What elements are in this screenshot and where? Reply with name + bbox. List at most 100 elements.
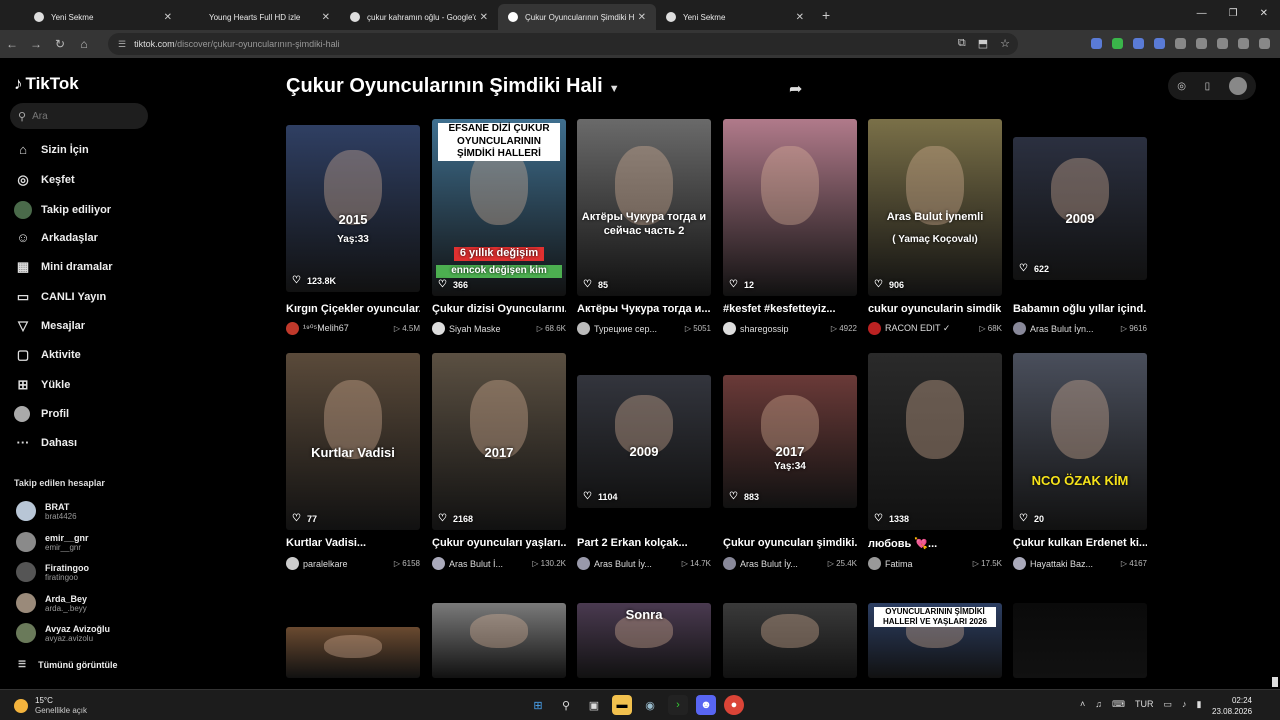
video-description[interactable]: Çukur oyuncuları şimdiki...	[723, 537, 857, 549]
creator-name[interactable]: Fatima	[885, 559, 973, 569]
video-thumbnail[interactable]	[723, 603, 857, 678]
video-thumbnail[interactable]: 2017 ♡ 2168	[432, 353, 566, 530]
reload-icon[interactable]: ↻	[48, 37, 72, 51]
video-thumbnail[interactable]: ♡ 12	[723, 119, 857, 296]
close-tab-icon[interactable]: ✕	[638, 12, 646, 23]
creator-name[interactable]: Hayattaki Baz...	[1030, 559, 1121, 569]
video-thumbnail[interactable]: 2009 ♡ 1104	[577, 375, 711, 508]
browser-tab[interactable]: Young Hearts Full HD izle ✕	[182, 4, 340, 30]
video-description[interactable]: любовь 💘...	[868, 537, 1002, 550]
creator-avatar[interactable]	[286, 322, 299, 335]
video-description[interactable]: Çukur dizisi Oyuncularını...	[432, 303, 566, 315]
video-description[interactable]: #kesfet #kesfetteyiz...	[723, 303, 857, 315]
video-card[interactable]: 2015 Yaş:33 ♡ 123.8K Kırgın Çiçekler oyuncul…	[286, 125, 420, 335]
video-card[interactable]	[432, 603, 566, 678]
nav-mini-dramas[interactable]: ▦ Mini dramalar	[14, 259, 113, 275]
creator-name[interactable]: Siyah Maske	[449, 324, 537, 334]
creator-name[interactable]: paralelkare	[303, 559, 394, 569]
video-card[interactable]	[286, 627, 420, 678]
creator-name[interactable]: Турецкие сер...	[594, 324, 685, 334]
windows-start-icon[interactable]: ⊞	[528, 695, 548, 715]
browser-tab[interactable]: çukur kahramın oğlu - Google'da ✕	[340, 4, 498, 30]
followed-account[interactable]: emir__gnr emir__gnr	[16, 532, 89, 552]
creator-avatar[interactable]	[1013, 557, 1026, 570]
video-card[interactable]: ♡ 1338 любовь 💘... Fatima ▷ 17.5K	[868, 353, 1002, 570]
close-tab-icon[interactable]: ✕	[796, 12, 804, 23]
creator-name[interactable]: RACON EDIT ✓	[885, 323, 979, 334]
site-info-icon[interactable]: ☰	[118, 39, 126, 50]
close-tab-icon[interactable]: ✕	[480, 12, 488, 23]
video-thumbnail[interactable]: Kurtlar Vadisi ♡ 77	[286, 353, 420, 530]
close-tab-icon[interactable]: ✕	[322, 12, 330, 23]
video-card[interactable]: Sonra	[577, 603, 711, 678]
nav-friends[interactable]: ☺ Arkadaşlar	[14, 230, 98, 245]
video-description[interactable]: Çukur kulkan Erdenet ki...	[1013, 537, 1147, 549]
creator-name[interactable]: Aras Bulut İ...	[449, 559, 532, 569]
scrollbar[interactable]	[1272, 677, 1278, 687]
profile-avatar-icon[interactable]	[1238, 38, 1249, 49]
battery-icon[interactable]: ▮	[1197, 699, 1202, 710]
terminal-icon[interactable]: ›	[668, 695, 688, 715]
creator-name[interactable]: Aras Bulut İy...	[740, 559, 828, 569]
video-card[interactable]: NCO ÖZAK KİM ♡ 20 Çukur kulkan Erdenet ki..…	[1013, 353, 1147, 570]
nav-live[interactable]: ▭ CANLI Yayın	[14, 289, 106, 305]
search-icon[interactable]: ⚲	[556, 695, 576, 715]
see-all-button[interactable]: ☰ Tümünü görüntüle	[18, 659, 118, 670]
video-thumbnail[interactable]: 2009 ♡ 622	[1013, 137, 1147, 280]
tiktok-logo[interactable]: ♪ TikTok	[14, 74, 79, 94]
chevron-down-icon[interactable]: ▼	[609, 83, 620, 95]
browser-menu-icon[interactable]	[1259, 38, 1270, 49]
steam-icon[interactable]: ◉	[640, 695, 660, 715]
creator-avatar[interactable]	[868, 557, 881, 570]
reading-list-icon[interactable]	[1217, 38, 1228, 49]
creator-avatar[interactable]	[577, 557, 590, 570]
creator-avatar[interactable]	[432, 557, 445, 570]
video-description[interactable]: Çukur oyuncuları yaşları...	[432, 537, 566, 549]
video-card[interactable]: 2017 ♡ 2168 Çukur oyuncuları yaşları... Aras…	[432, 353, 566, 570]
nav-upload[interactable]: ⊞ Yükle	[14, 377, 71, 393]
creator-avatar[interactable]	[1013, 322, 1026, 335]
install-icon[interactable]: ⬒	[978, 37, 988, 50]
followed-account[interactable]: Firatingoo firatingoo	[16, 562, 89, 582]
video-card[interactable]: OYUNCULARININ ŞİMDİKİ HALLERİ VE YAŞLARI…	[868, 603, 1002, 678]
video-thumbnail[interactable]: Aras Bulut İynemli ( Yamaç Koçovalı) ♡ 906	[868, 119, 1002, 296]
phone-icon[interactable]: ▯	[1205, 81, 1211, 92]
video-thumbnail[interactable]: NCO ÖZAK KİM ♡ 20	[1013, 353, 1147, 530]
video-thumbnail[interactable]: ♡ 1338	[868, 353, 1002, 530]
new-tab-button[interactable]: +	[822, 7, 830, 23]
video-card[interactable]: Aras Bulut İynemli ( Yamaç Koçovalı) ♡ 906 c…	[868, 119, 1002, 335]
search-input[interactable]: ⚲ Ara	[10, 103, 148, 129]
network-icon[interactable]: ▭	[1164, 699, 1173, 710]
creator-avatar[interactable]	[432, 322, 445, 335]
followed-account[interactable]: Avyaz Avizoğlu avyaz.avizolu	[16, 623, 110, 643]
nav-following[interactable]: Takip ediliyor	[14, 201, 111, 219]
extension-icon[interactable]	[1091, 38, 1102, 49]
minimize-icon[interactable]: —	[1197, 8, 1207, 19]
video-description[interactable]: cukur oyuncularin simdik...	[868, 303, 1002, 315]
creator-avatar[interactable]	[723, 557, 736, 570]
video-thumbnail[interactable]: 2017 Yaş:34 ♡ 883	[723, 375, 857, 508]
video-thumbnail[interactable]	[432, 603, 566, 678]
extension-icon[interactable]	[1133, 38, 1144, 49]
nav-messages[interactable]: ▽ Mesajlar	[14, 318, 85, 334]
translate-icon[interactable]: ⧉	[958, 37, 966, 50]
creator-avatar[interactable]	[577, 322, 590, 335]
file-explorer-icon[interactable]: ▬	[612, 695, 632, 715]
extension-shield-icon[interactable]	[1112, 38, 1123, 49]
language-indicator[interactable]: TUR	[1135, 699, 1154, 710]
volume-icon[interactable]: ♪	[1182, 699, 1187, 710]
video-thumbnail[interactable]: EFSANE DİZİ ÇUKUR OYUNCULARININ ŞİMDİKİ …	[432, 119, 566, 296]
video-thumbnail[interactable]: Актёры Чукура тогда и сейчас часть 2 ♡ 85	[577, 119, 711, 296]
video-thumbnail[interactable]	[1013, 603, 1147, 678]
url-bar[interactable]: ☰ tiktok.com/discover/çukur-oyuncularını…	[108, 33, 1018, 55]
browser-tab[interactable]: Yeni Sekme ✕	[656, 4, 814, 30]
task-view-icon[interactable]: ▣	[584, 695, 604, 715]
extension-icon[interactable]	[1154, 38, 1165, 49]
creator-avatar[interactable]	[723, 322, 736, 335]
video-card[interactable]: ♡ 12 #kesfet #kesfetteyiz... sharegossip ▷ 4…	[723, 119, 857, 335]
video-card[interactable]: 2017 Yaş:34 ♡ 883 Çukur oyuncuları şimdiki..…	[723, 375, 857, 570]
browser-tab-active[interactable]: Çukur Oyuncularının Şimdiki Hali ✕	[498, 4, 656, 30]
video-thumbnail[interactable]: OYUNCULARININ ŞİMDİKİ HALLERİ VE YAŞLARI…	[868, 603, 1002, 678]
weather-widget[interactable]: 15°C Genellikle açık	[14, 696, 87, 716]
video-card[interactable]: 2009 ♡ 622 Babamın oğlu yıllar içind... Aras…	[1013, 137, 1147, 335]
